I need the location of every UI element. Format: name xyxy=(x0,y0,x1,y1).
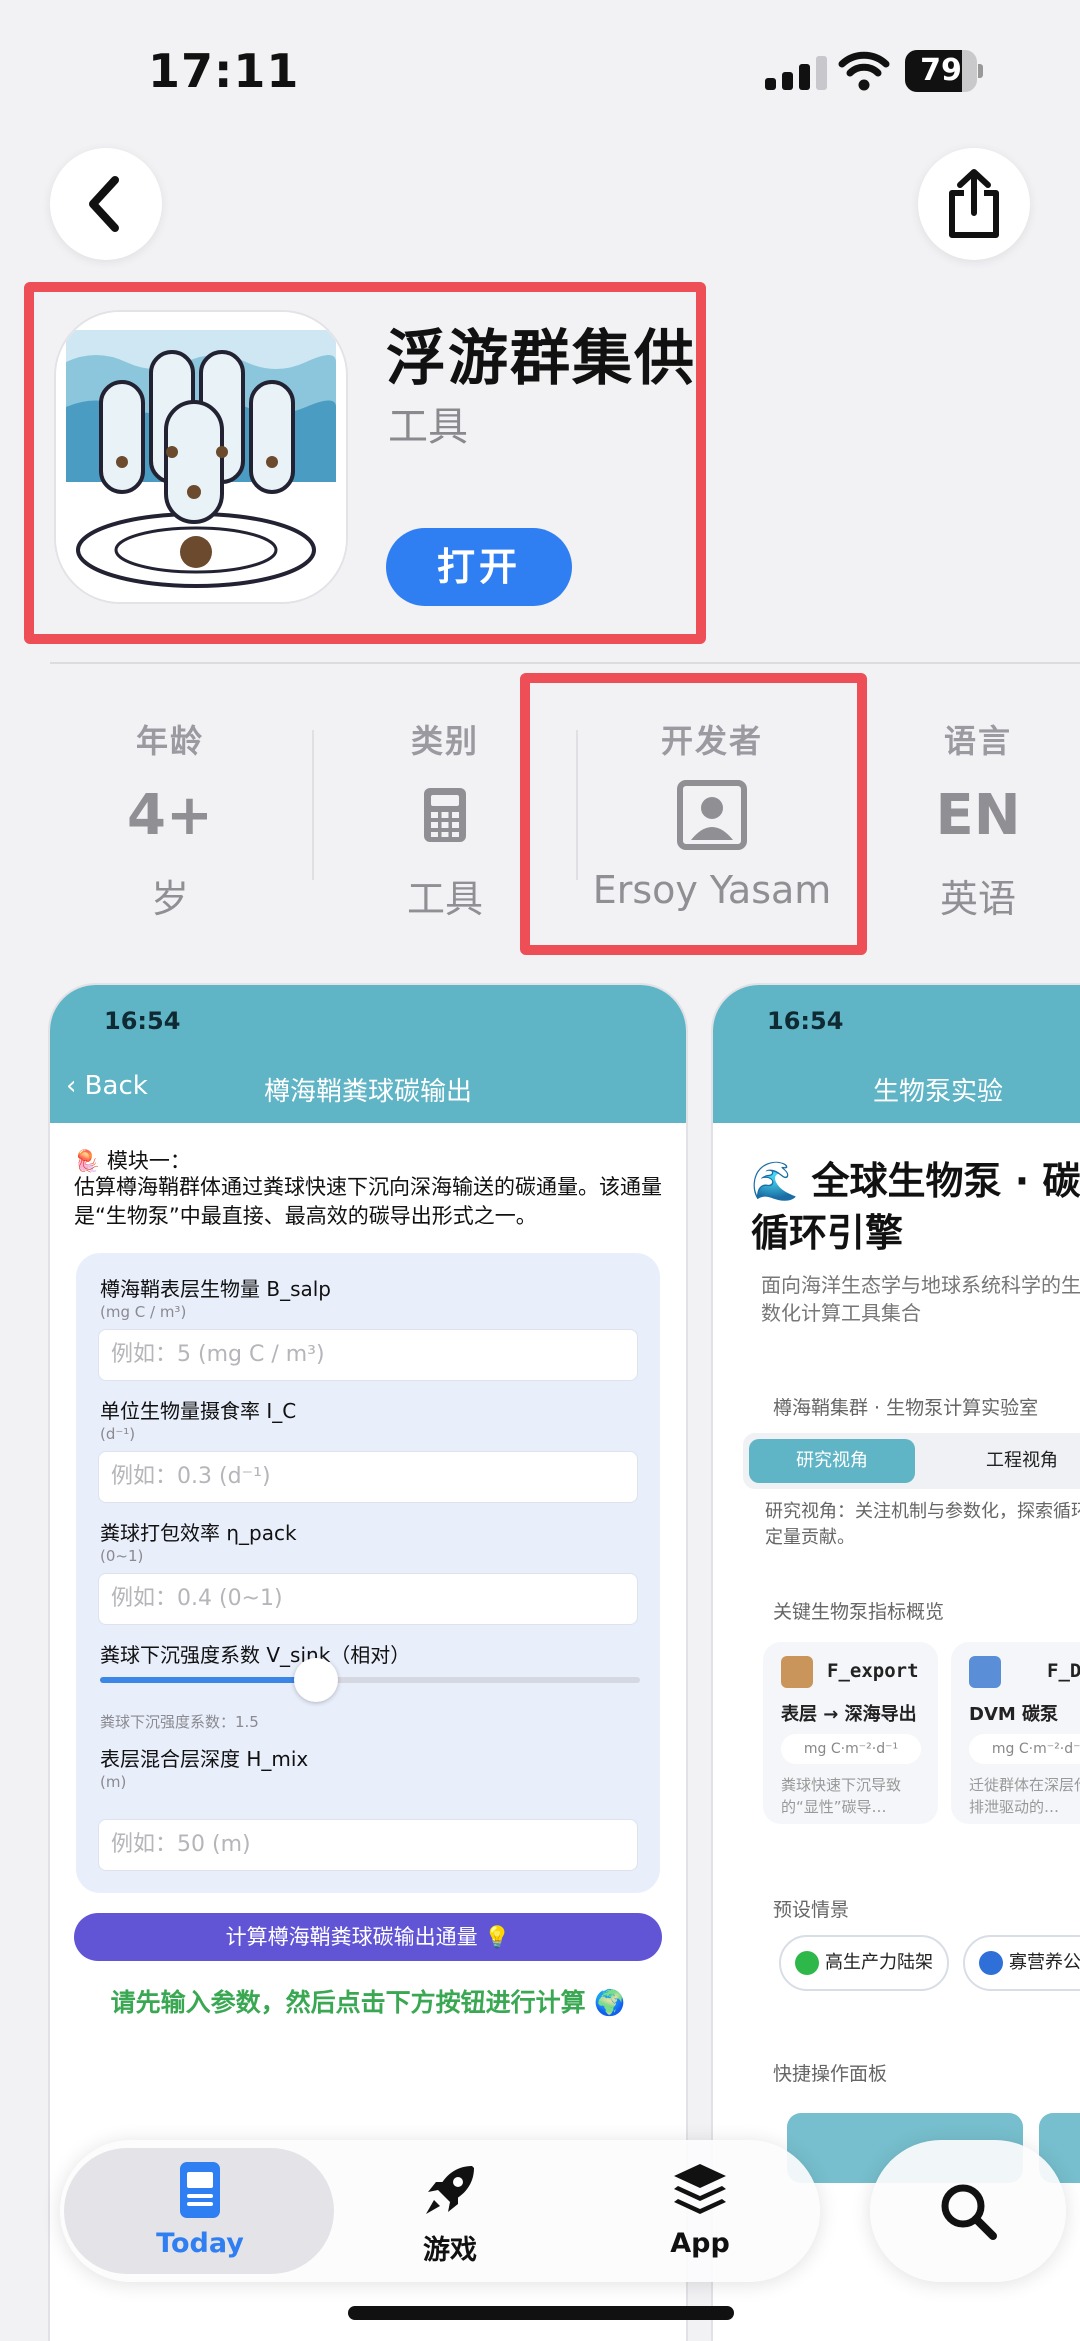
module-heading: 🪼 模块一： xyxy=(74,1149,191,1173)
module-description: 估算樽海鞘群体通过粪球快速下沉向深海输送的碳通量。该通量是“生物泵”中最直接、最… xyxy=(74,1175,662,1228)
sink-slider xyxy=(100,1658,640,1702)
info-language-sub: 英语 xyxy=(939,877,1016,921)
divider xyxy=(50,662,1080,664)
metric-card: F_export 表层 → 深海导出 mg C·m⁻²·d⁻¹ 粪球快速下沉导致… xyxy=(763,1642,938,1824)
highlight-developer xyxy=(520,673,867,955)
info-age-label: 年龄 xyxy=(135,722,204,760)
layers-icon xyxy=(674,2164,726,2214)
chevron-left-icon xyxy=(89,176,119,232)
search-icon xyxy=(941,2184,997,2240)
tab-apps[interactable]: App xyxy=(580,2140,820,2282)
calculate-button: 计算樽海鞘粪球碳输出通量 💡 xyxy=(74,1913,662,1961)
card-nav-title: 樽海鞘粪球碳输出 xyxy=(263,1077,472,1107)
rocket-icon xyxy=(426,2166,474,2214)
metric-card: F_DVM DVM 碳泵 mg C·m⁻²·d⁻¹ 迁徙群体在深层代谢/排泄驱动… xyxy=(951,1642,1080,1824)
tab-games[interactable]: 游戏 xyxy=(330,2140,570,2282)
field-input: 例如：0.3 (d⁻¹) xyxy=(98,1451,638,1503)
field-label: 粪球打包效率 η_pack xyxy=(100,1521,297,1545)
status-time: 17:11 xyxy=(148,44,300,98)
field-unit: (mg C / m³) xyxy=(100,1303,187,1321)
divider xyxy=(312,730,314,880)
tab-today-label: Today xyxy=(156,2228,244,2259)
info-age-value: 4+ xyxy=(127,782,213,848)
section-label: 快捷操作面板 xyxy=(773,2063,888,2085)
section-label: 樽海鞘集群 · 生物泵计算实验室 xyxy=(773,1397,1039,1419)
share-icon xyxy=(949,169,999,238)
scenario-chip: 高生产力陆架 xyxy=(779,1935,949,1991)
field-input: 例如：5 (mg C / m³) xyxy=(98,1329,638,1381)
metric-title: DVM 碳泵 xyxy=(969,1704,1059,1725)
metric-title: 表层 → 深海导出 xyxy=(781,1704,917,1725)
view-note: 研究视角：关注机制与参数化，探索循环中的定量贡献。 xyxy=(765,1501,1080,1548)
screenshot-card-1[interactable]: 16:54 ‹ Back 樽海鞘粪球碳输出 🪼 模块一： 估算樽海鞘群体通过粪球… xyxy=(50,985,686,2341)
field-label: 表层混合层深度 H_mix xyxy=(100,1747,309,1771)
search-button[interactable] xyxy=(870,2140,1066,2282)
scenario-chip: 寡营养公海 xyxy=(963,1935,1080,1991)
metric-unit: mg C·m⁻²·d⁻¹ xyxy=(969,1734,1080,1764)
slider-label: 粪球下沉强度系数 V_sink（相对） xyxy=(100,1643,411,1667)
field-unit: (0~1) xyxy=(100,1547,144,1565)
share-button[interactable] xyxy=(918,148,1030,260)
view-toggle: 研究视角 工程视角 xyxy=(743,1433,1080,1489)
field-input: 例如：0.4 (0~1) xyxy=(98,1573,638,1625)
card-status-time: 16:54 xyxy=(104,1007,181,1035)
tab-bar: Today 游戏 App xyxy=(60,2140,820,2282)
today-icon xyxy=(180,2162,220,2218)
field-label: 单位生物量摄食率 I_C xyxy=(100,1399,297,1423)
tab-today[interactable]: Today xyxy=(80,2140,320,2282)
scenario-label: 高生产力陆架 xyxy=(825,1952,933,1973)
field-label: 樽海鞘表层生物量 B_salp xyxy=(100,1277,332,1301)
hint-text: 请先输入参数，然后点击下方按钮进行计算 🌍 xyxy=(110,1988,626,2017)
up-down-arrow-icon xyxy=(969,1656,1001,1688)
metric-desc: 迁徙群体在深层代谢/排泄驱动的… xyxy=(969,1776,1080,1816)
tab-engineering-view: 工程视角 xyxy=(986,1450,1058,1471)
tab-research-view: 研究视角 xyxy=(749,1439,915,1483)
parameter-form: 樽海鞘表层生物量 B_salp (mg C / m³) 例如：5 (mg C /… xyxy=(76,1253,660,1893)
info-language-label: 语言 xyxy=(943,722,1012,760)
blue-dot-icon xyxy=(979,1951,1003,1975)
tab-apps-label: App xyxy=(670,2228,730,2259)
wifi-icon xyxy=(838,51,890,91)
card-header: 16:54 ‹ Back 樽海鞘粪球碳输出 xyxy=(50,985,686,1123)
metric-name: F_export xyxy=(827,1660,919,1682)
tab-games-label: 游戏 xyxy=(423,2235,477,2266)
metric-name: F_DVM xyxy=(1047,1660,1080,1682)
card-title: 🌊 全球生物泵 · 碳循环引擎 xyxy=(751,1159,1080,1255)
home-indicator xyxy=(348,2306,734,2320)
section-label: 关键生物泵指标概览 xyxy=(773,1601,945,1623)
card-status-time: 16:54 xyxy=(767,1007,844,1035)
info-age-sub: 岁 xyxy=(150,877,189,921)
battery-icon: 79 xyxy=(905,50,983,92)
metric-desc: 粪球快速下沉导致的“显性”碳导… xyxy=(781,1776,902,1816)
section-label: 预设情景 xyxy=(773,1899,850,1921)
screenshot-card-2[interactable]: 16:54 生物泵实验 🌊 全球生物泵 · 碳循环引擎 面向海洋生态学与地球系统… xyxy=(713,985,1080,2341)
box-icon xyxy=(781,1656,813,1688)
battery-level-text: 79 xyxy=(920,53,962,88)
scenario-label: 寡营养公海 xyxy=(1009,1952,1080,1973)
calculator-icon xyxy=(424,788,466,842)
card-nav-title: 生物泵实验 xyxy=(873,1077,1004,1107)
info-language: 语言 EN 英语 xyxy=(858,716,1080,923)
metric-unit: mg C·m⁻²·d⁻¹ xyxy=(781,1734,921,1764)
info-language-value: EN xyxy=(935,782,1021,848)
cellular-signal-icon xyxy=(765,56,827,90)
info-age: 年龄 4+ 岁 xyxy=(50,716,290,923)
field-unit: (d⁻¹) xyxy=(100,1425,136,1443)
slider-fill xyxy=(100,1677,316,1683)
green-dot-icon xyxy=(795,1951,819,1975)
slider-knob xyxy=(294,1658,338,1702)
back-button[interactable] xyxy=(50,148,162,260)
slider-value: 粪球下沉强度系数：1.5 xyxy=(100,1713,259,1731)
card-header: 16:54 生物泵实验 xyxy=(713,985,1080,1123)
field-input: 例如：50 (m) xyxy=(98,1819,638,1871)
card-subtitle: 面向海洋生态学与地球系统科学的生物泵参数化计算工具集合 xyxy=(761,1273,1080,1325)
highlight-app-header xyxy=(24,282,706,644)
field-unit: (m) xyxy=(100,1773,127,1791)
